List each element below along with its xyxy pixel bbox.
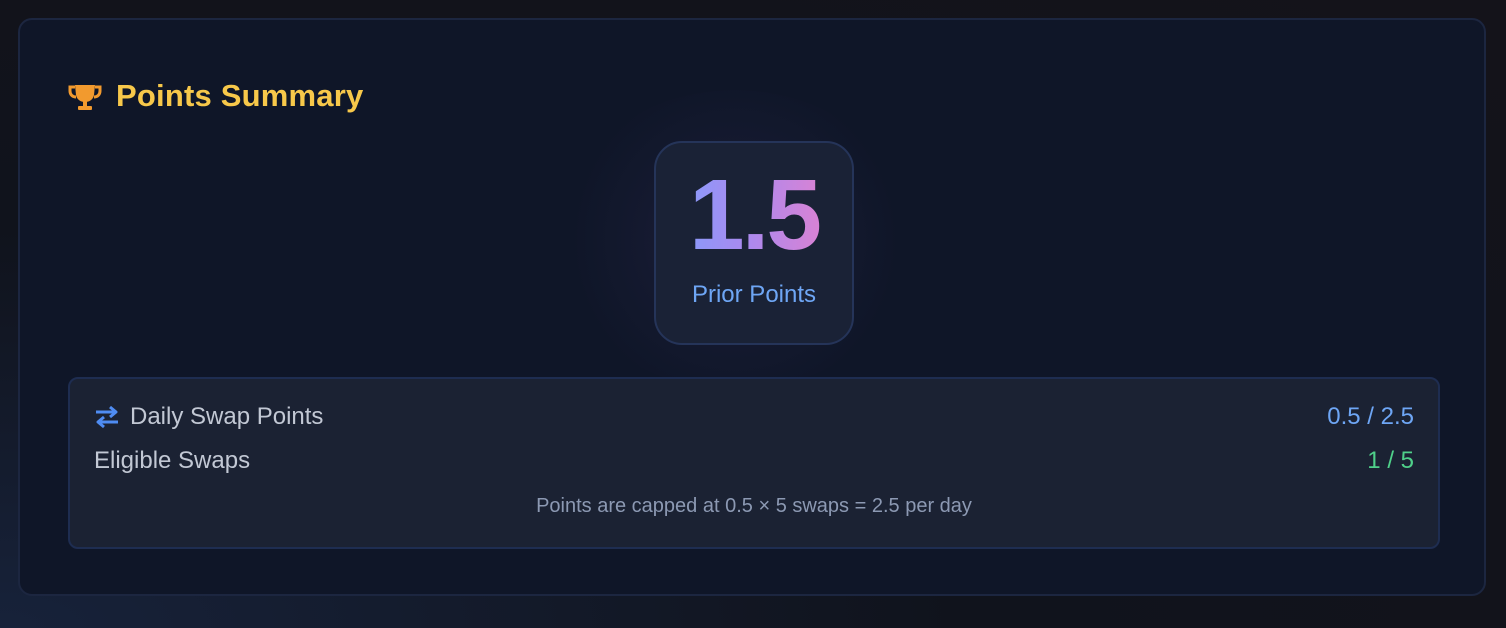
eligible-swaps-value: 1 / 5 [1367, 447, 1414, 474]
daily-swap-points-row: Daily Swap Points 0.5 / 2.5 [94, 403, 1414, 431]
prior-points-label: Prior Points [691, 281, 817, 308]
trophy-icon [68, 85, 102, 110]
points-cap-note: Points are capped at 0.5 × 5 swaps = 2.5… [536, 495, 972, 517]
prior-points-box: 1.5 Prior Points [654, 141, 854, 345]
card-title: Points Summary [116, 78, 364, 113]
points-summary-card: Points Summary 1.5 Prior Points Daily Sw… [18, 18, 1486, 596]
card-header: Points Summary [68, 78, 363, 114]
eligible-swaps-label: Eligible Swaps [94, 447, 251, 474]
daily-swap-points-value: 0.5 / 2.5 [1327, 403, 1414, 430]
eligible-swaps-row: Eligible Swaps 1 / 5 [94, 447, 1414, 475]
swap-arrows-icon [96, 405, 118, 429]
prior-points-value: 1.5 [656, 165, 852, 265]
daily-swap-points-label: Daily Swap Points [130, 403, 324, 430]
swap-points-panel: Daily Swap Points 0.5 / 2.5 Eligible Swa… [68, 377, 1440, 549]
